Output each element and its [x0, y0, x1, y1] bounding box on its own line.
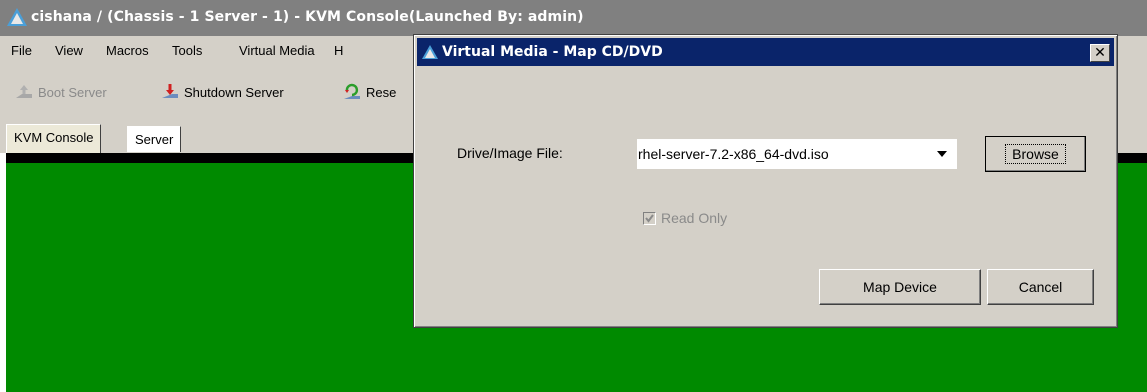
app-icon [7, 8, 27, 26]
read-only-label: Read Only [661, 210, 728, 226]
map-device-label: Map Device [863, 279, 937, 295]
menu-virtual-media[interactable]: Virtual Media [239, 43, 315, 58]
dropdown-arrow-button[interactable] [930, 143, 954, 165]
boot-server-button[interactable]: Boot Server [14, 82, 107, 102]
cancel-label: Cancel [1018, 279, 1063, 295]
drive-image-file-select[interactable]: rhel-server-7.2-x86_64-dvd.iso [637, 139, 957, 169]
chevron-down-icon [937, 151, 947, 157]
read-only-checkbox-row[interactable]: Read Only [643, 210, 727, 226]
menu-file[interactable]: File [11, 43, 32, 58]
reset-label: Rese [366, 84, 397, 100]
shutdown-server-label: Shutdown Server [184, 84, 284, 100]
read-only-checkbox[interactable] [643, 211, 656, 225]
close-icon: ✕ [1094, 45, 1106, 61]
boot-server-label: Boot Server [38, 84, 107, 100]
menu-view[interactable]: View [55, 43, 83, 58]
drive-image-file-label: Drive/Image File: [457, 145, 563, 161]
reset-button[interactable]: Rese [342, 82, 396, 102]
menu-help[interactable]: H [334, 43, 343, 58]
main-window-title: cishana / (Chassis - 1 Server - 1) - KVM… [31, 9, 584, 25]
tab-kvm-console[interactable]: KVM Console [6, 124, 102, 153]
dialog-app-icon [422, 45, 438, 59]
shutdown-server-button[interactable]: Shutdown Server [160, 82, 284, 102]
map-device-button[interactable]: Map Device [819, 269, 981, 305]
browse-button[interactable]: Browse [985, 136, 1086, 172]
menu-tools[interactable]: Tools [172, 43, 202, 58]
boot-server-icon [16, 85, 32, 98]
dialog-title: Virtual Media - Map CD/DVD [442, 44, 663, 60]
main-title-bar[interactable]: cishana / (Chassis - 1 Server - 1) - KVM… [0, 0, 1147, 36]
checkmark-icon [645, 213, 654, 223]
cancel-button[interactable]: Cancel [987, 269, 1094, 305]
reset-icon [344, 83, 360, 99]
virtual-media-dialog: Virtual Media - Map CD/DVD ✕ Drive/Image… [413, 34, 1118, 328]
dialog-close-button[interactable]: ✕ [1090, 44, 1110, 62]
dialog-title-bar[interactable]: Virtual Media - Map CD/DVD ✕ [417, 38, 1114, 66]
browse-button-label: Browse [1005, 144, 1066, 164]
drive-image-file-value: rhel-server-7.2-x86_64-dvd.iso [638, 146, 829, 162]
menu-macros[interactable]: Macros [106, 43, 149, 58]
tab-server[interactable]: Server [127, 126, 182, 152]
shutdown-icon [162, 84, 178, 98]
